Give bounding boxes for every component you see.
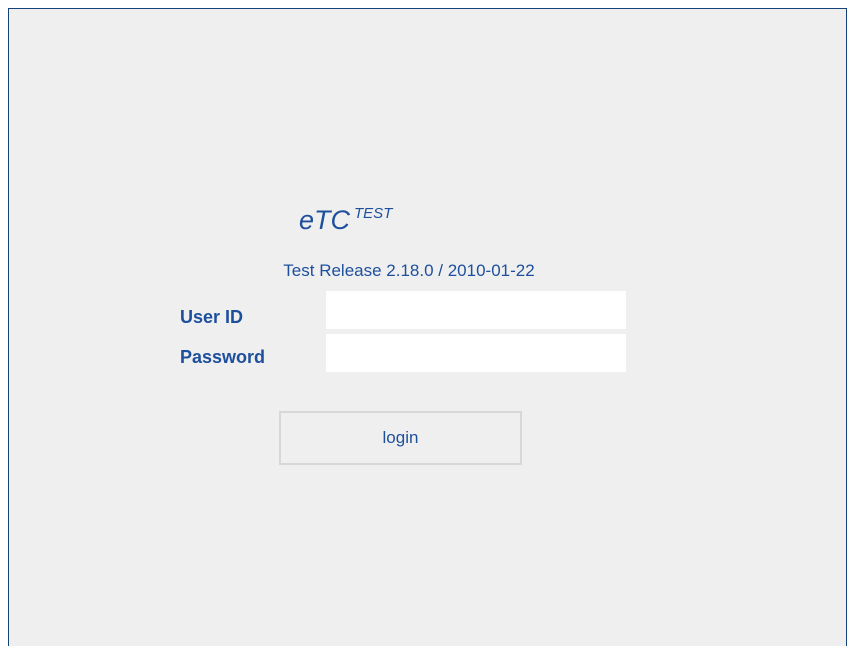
user-id-label: User ID [180,307,244,327]
page: eTC TEST Test Release 2.18.0 / 2010-01-22… [0,0,848,646]
app-title: eTC TEST [299,194,499,235]
app-title-main: eTC [299,205,351,235]
login-panel: eTC TEST Test Release 2.18.0 / 2010-01-22… [8,8,847,646]
app-title-superscript: TEST [354,205,393,222]
user-id-field[interactable] [326,291,626,329]
password-field[interactable] [326,334,626,372]
version-text: Test Release 2.18.0 / 2010-01-22 [283,261,535,280]
password-label: Password [180,347,266,367]
login-button[interactable]: login [279,411,522,465]
